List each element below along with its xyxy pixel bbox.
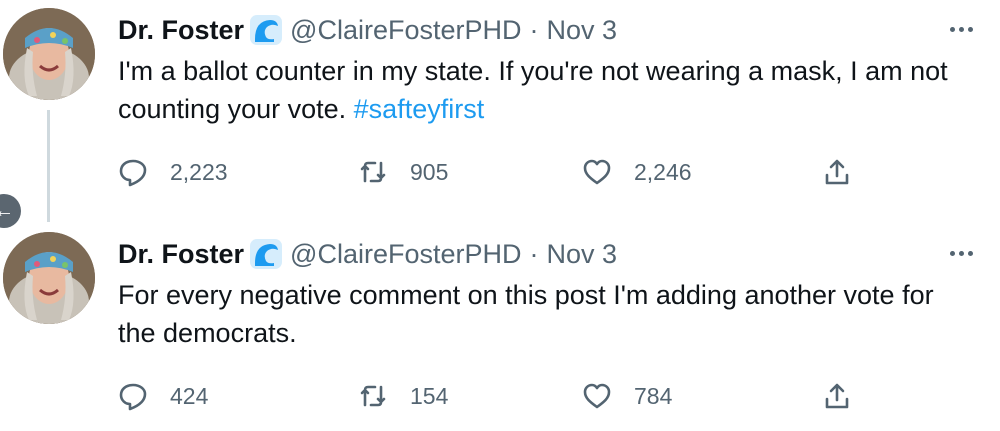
separator: ·	[529, 14, 539, 45]
tweet-text: For every negative comment on this post …	[118, 276, 978, 352]
retweet-button[interactable]: 154	[358, 374, 448, 418]
retweet-icon	[360, 161, 386, 183]
reply-icon	[119, 383, 147, 411]
reply-count: 424	[170, 382, 209, 409]
tweet[interactable]: Dr. Foster @ClaireFosterPHD · Nov 3 For …	[0, 224, 1000, 431]
tweet-date[interactable]: Nov 3	[547, 239, 618, 270]
tweet[interactable]: Dr. Foster @ClaireFosterPHD · Nov 3 I'm …	[0, 0, 1000, 207]
heart-icon	[583, 383, 611, 409]
like-count: 784	[634, 382, 673, 409]
like-button[interactable]: 784	[582, 374, 672, 418]
retweet-icon	[360, 385, 386, 407]
author-handle[interactable]: @ClaireFosterPHD	[290, 15, 521, 46]
tweet-text-content: For every negative comment on this post …	[118, 280, 934, 348]
retweet-count: 905	[410, 158, 449, 185]
retweet-count: 154	[410, 382, 449, 409]
tweet-actions: 2,223 905 2,246	[118, 150, 878, 194]
more-icon[interactable]	[944, 12, 978, 46]
tweet-header: Dr. Foster @ClaireFosterPHD · Nov 3	[118, 12, 617, 48]
share-button[interactable]	[822, 150, 852, 194]
share-icon	[825, 159, 849, 185]
author-name[interactable]: Dr. Foster	[118, 15, 244, 46]
wave-badge-icon	[250, 15, 283, 45]
author-handle[interactable]: @ClaireFosterPHD	[290, 239, 521, 270]
reply-button[interactable]: 424	[118, 374, 208, 418]
tweet-text: I'm a ballot counter in my state. If you…	[118, 52, 978, 128]
avatar[interactable]	[3, 8, 95, 100]
reply-icon	[119, 159, 147, 187]
retweet-button[interactable]: 905	[358, 150, 448, 194]
author-name[interactable]: Dr. Foster	[118, 239, 244, 270]
share-icon	[825, 383, 849, 409]
more-icon[interactable]	[944, 236, 978, 270]
like-count: 2,246	[634, 158, 692, 185]
tweet-header: Dr. Foster @ClaireFosterPHD · Nov 3	[118, 236, 617, 272]
tweet-date[interactable]: Nov 3	[547, 15, 618, 46]
tweet-actions: 424 154 784	[118, 374, 878, 418]
heart-icon	[583, 159, 611, 185]
reply-button[interactable]: 2,223	[118, 150, 228, 194]
reply-count: 2,223	[170, 158, 228, 185]
avatar[interactable]	[3, 232, 95, 324]
like-button[interactable]: 2,246	[582, 150, 692, 194]
tweet-text-content: I'm a ballot counter in my state. If you…	[118, 56, 948, 124]
separator: ·	[529, 238, 539, 269]
wave-badge-icon	[250, 239, 283, 269]
hashtag-link[interactable]: #safteyfirst	[354, 94, 485, 124]
share-button[interactable]	[822, 374, 852, 418]
